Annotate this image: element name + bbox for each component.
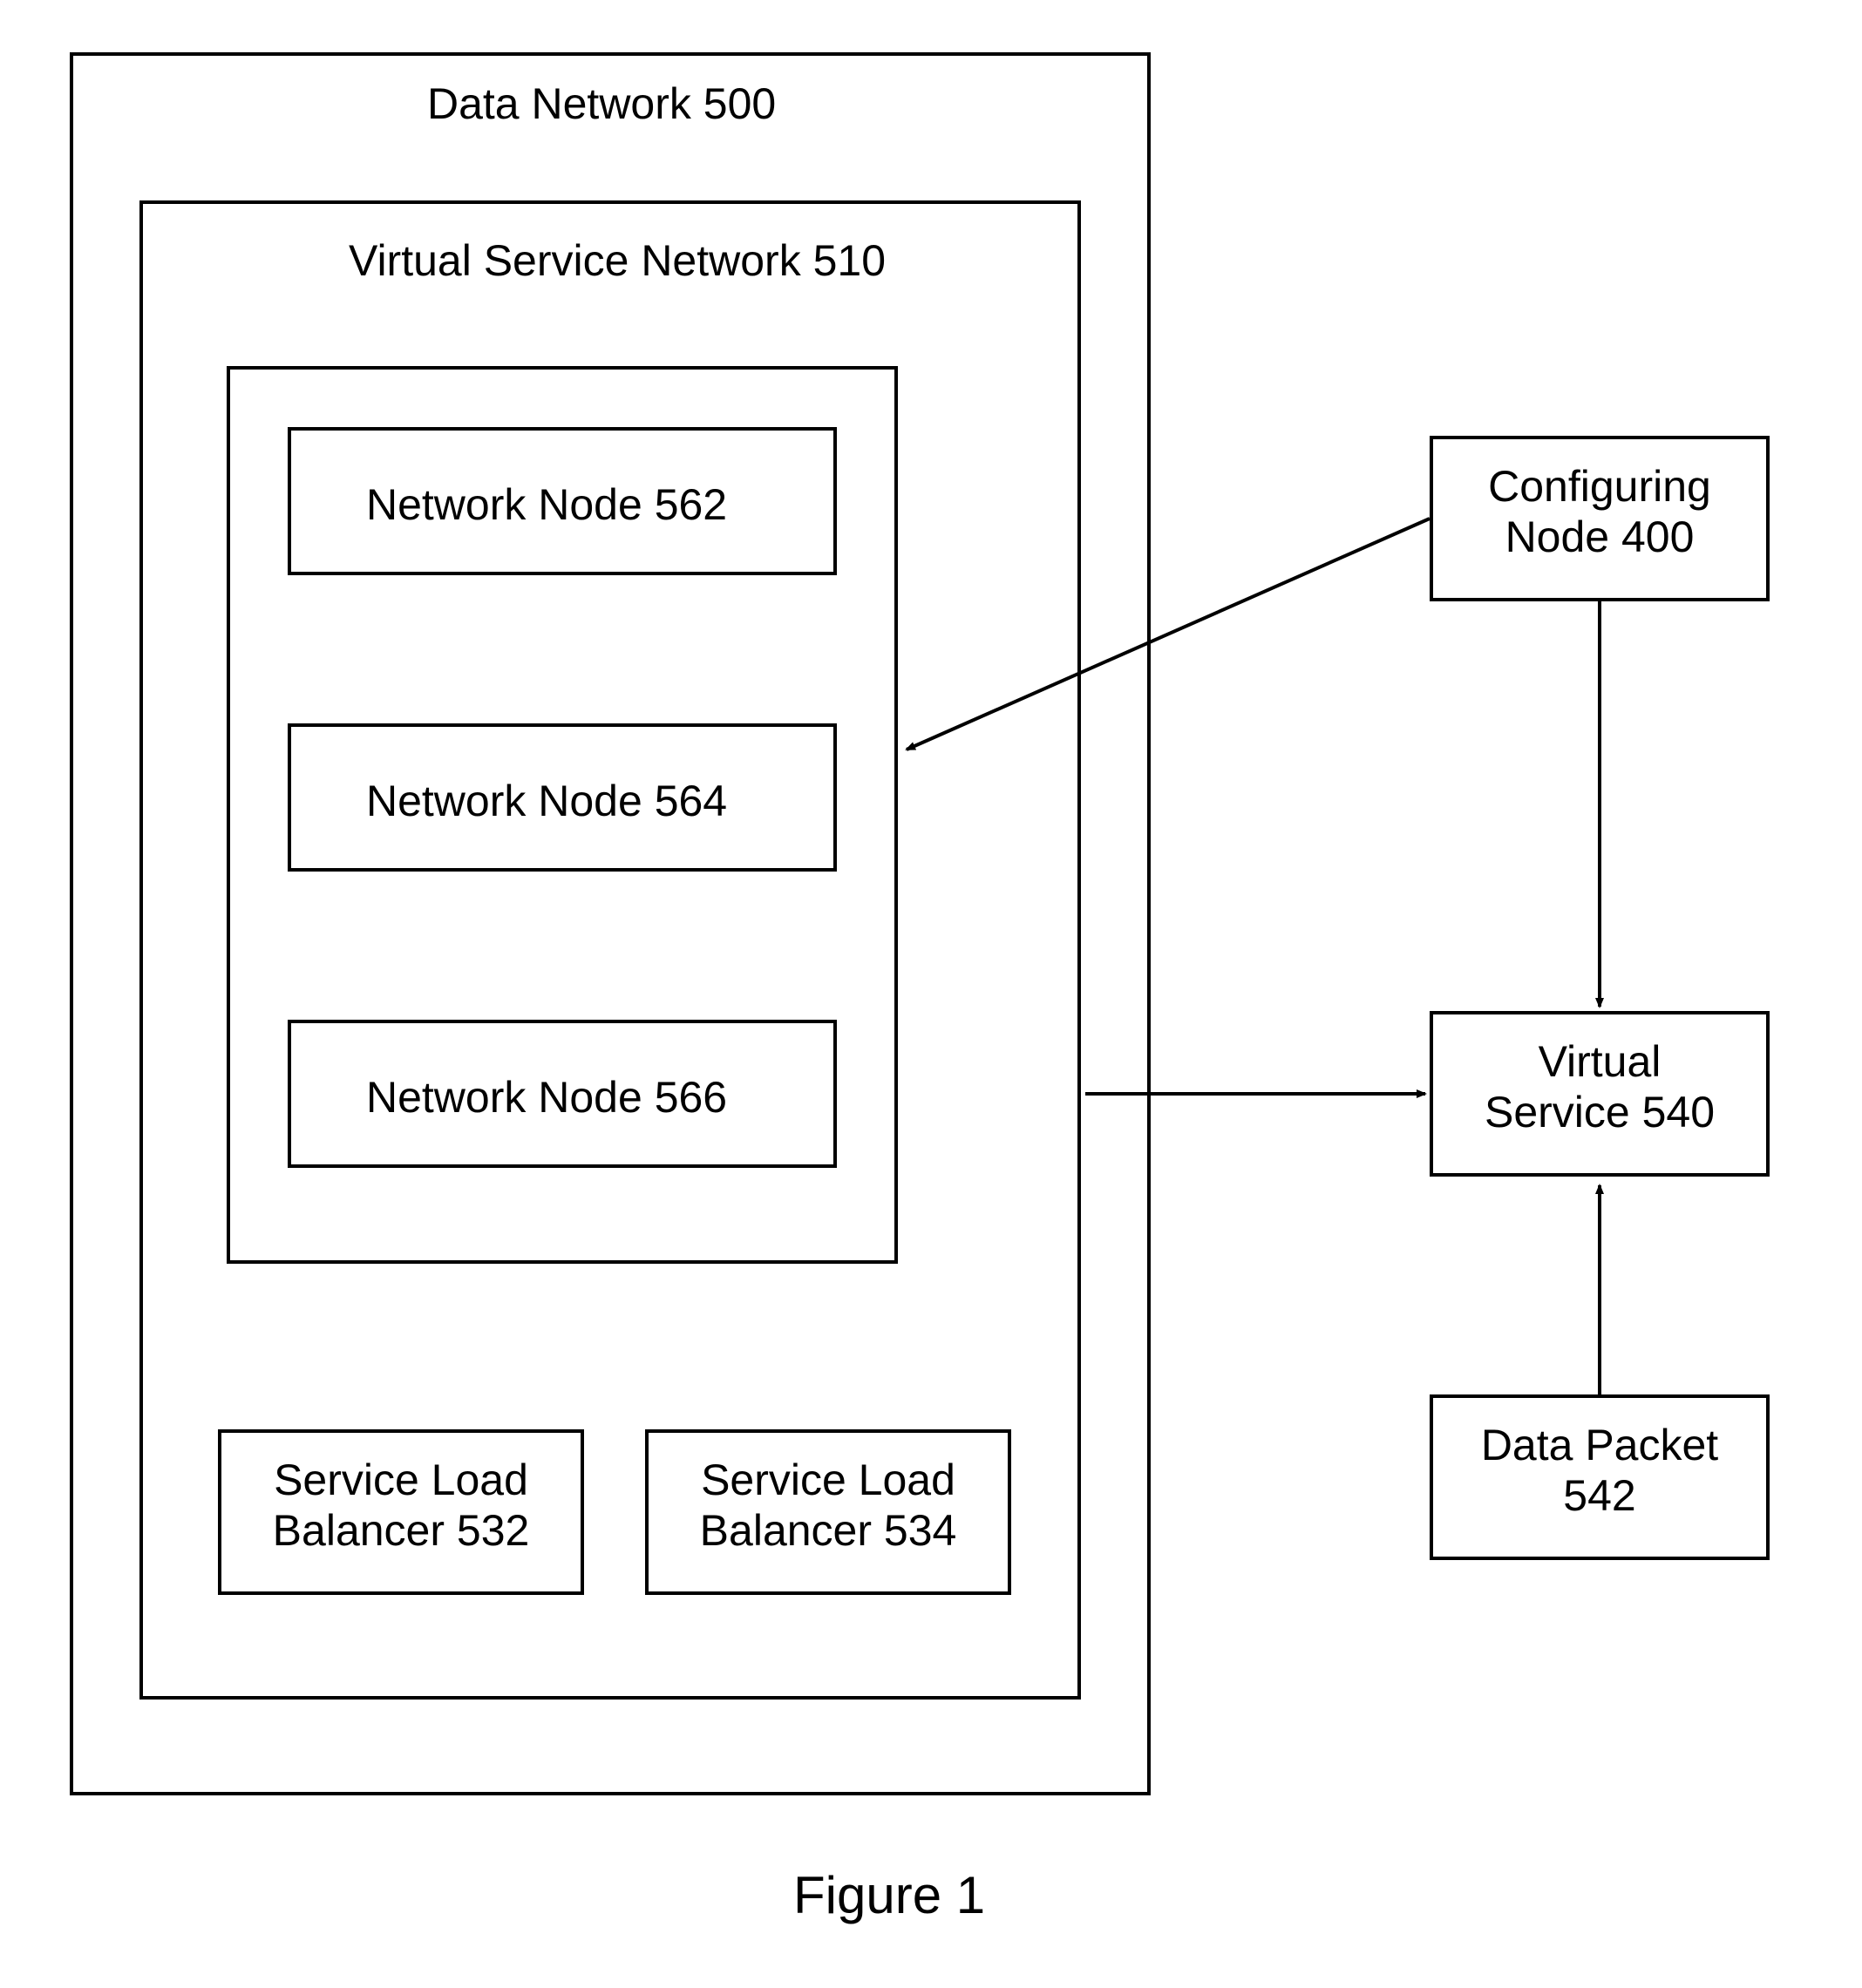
configuring-node-label: Configuring Node 400 bbox=[1430, 462, 1770, 562]
virtual-service-network-title: Virtual Service Network 510 bbox=[349, 235, 886, 286]
slb-534-line1: Service Load bbox=[701, 1455, 955, 1504]
network-node-562-label: Network Node 562 bbox=[366, 479, 727, 530]
data-packet-line1: Data Packet bbox=[1481, 1421, 1718, 1469]
configuring-node-line2: Node 400 bbox=[1505, 512, 1695, 561]
configuring-node-line1: Configuring bbox=[1488, 462, 1711, 511]
data-network-title: Data Network 500 bbox=[427, 78, 776, 129]
service-load-balancer-532-label: Service Load Balancer 532 bbox=[218, 1455, 584, 1556]
service-load-balancer-534-label: Service Load Balancer 534 bbox=[645, 1455, 1011, 1556]
slb-532-line2: Balancer 532 bbox=[273, 1506, 530, 1555]
figure-caption: Figure 1 bbox=[793, 1865, 985, 1925]
slb-532-line1: Service Load bbox=[274, 1455, 528, 1504]
virtual-service-line2: Service 540 bbox=[1485, 1088, 1715, 1136]
data-packet-line2: 542 bbox=[1563, 1471, 1635, 1520]
data-packet-label: Data Packet 542 bbox=[1430, 1421, 1770, 1521]
virtual-service-line1: Virtual bbox=[1539, 1037, 1662, 1086]
diagram-canvas: Data Network 500 Virtual Service Network… bbox=[0, 0, 1862, 1988]
network-node-564-label: Network Node 564 bbox=[366, 776, 727, 826]
slb-534-line2: Balancer 534 bbox=[700, 1506, 957, 1555]
network-node-566-label: Network Node 566 bbox=[366, 1072, 727, 1123]
virtual-service-label: Virtual Service 540 bbox=[1430, 1037, 1770, 1137]
